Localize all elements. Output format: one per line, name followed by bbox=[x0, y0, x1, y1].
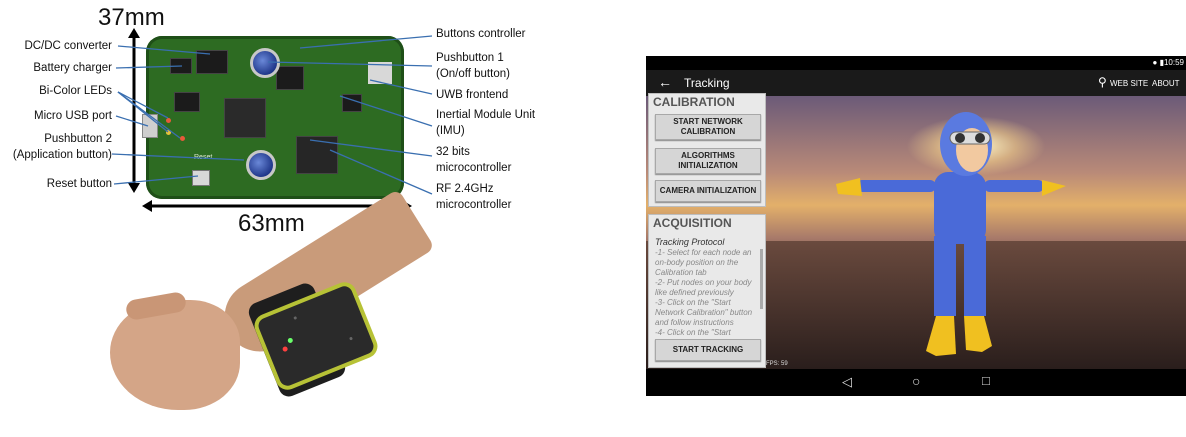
android-nav-bar: ◁ ○ □ bbox=[646, 369, 1186, 396]
label-battery-charger: Battery charger bbox=[33, 62, 112, 74]
label-reset-button: Reset button bbox=[46, 178, 112, 190]
status-bar: ● ▮ 10:59 bbox=[646, 56, 1186, 70]
back-arrow-icon[interactable]: ← bbox=[658, 74, 672, 90]
label-dcdc-converter: DC/DC converter bbox=[24, 40, 112, 52]
acquisition-panel: ACQUISITION Tracking Protocol -1- Select… bbox=[648, 214, 766, 368]
acquisition-title: ACQUISITION bbox=[653, 216, 732, 230]
search-icon[interactable]: ⚲ bbox=[1098, 75, 1107, 89]
label-uwb-frontend: UWB frontend bbox=[436, 89, 509, 101]
calibration-panel: CALIBRATION START NETWORK CALIBRATION AL… bbox=[648, 93, 766, 207]
calibration-title: CALIBRATION bbox=[653, 95, 735, 109]
fps-counter: FPS: 59 bbox=[766, 361, 788, 367]
about-button[interactable]: ABOUT bbox=[1152, 79, 1180, 88]
nav-back-icon[interactable]: ◁ bbox=[842, 374, 852, 390]
label-onoff-button: (On/off button) bbox=[436, 68, 510, 80]
label-rf-24ghz: RF 2.4GHz bbox=[436, 183, 494, 195]
start-tracking-button[interactable]: START TRACKING bbox=[655, 339, 761, 361]
label-rf-mcu: microcontroller bbox=[436, 199, 512, 211]
label-micro-usb-port: Micro USB port bbox=[34, 110, 112, 122]
tablet-screen: ● ▮ 10:59 ← Tracking ⚲ WEB SITE ABOUT FP… bbox=[646, 56, 1186, 396]
web-site-button[interactable]: WEB SITE bbox=[1110, 79, 1148, 88]
page-title: Tracking bbox=[684, 76, 730, 90]
device-screw bbox=[293, 316, 298, 320]
nav-home-icon[interactable]: ○ bbox=[912, 373, 920, 389]
algorithms-initialization-button[interactable]: ALGORITHMS INITIALIZATION bbox=[655, 148, 761, 174]
label-imu-abbrev: (IMU) bbox=[436, 125, 465, 137]
label-buttons-controller: Buttons controller bbox=[436, 28, 526, 40]
protocol-title: Tracking Protocol bbox=[655, 237, 725, 247]
avatar-character bbox=[836, 112, 1066, 356]
camera-initialization-button[interactable]: CAMERA INITIALIZATION bbox=[655, 180, 761, 202]
label-pushbutton-2: Pushbutton 2 bbox=[44, 133, 112, 145]
protocol-text: -1- Select for each node an on-body posi… bbox=[655, 248, 753, 336]
label-application-button: (Application button) bbox=[12, 149, 112, 161]
label-bicolor-leds: Bi-Color LEDs bbox=[39, 85, 112, 97]
label-pushbutton-1: Pushbutton 1 bbox=[436, 52, 504, 64]
battery-icon: ● ▮ bbox=[1152, 58, 1164, 67]
start-network-calibration-button[interactable]: START NETWORK CALIBRATION bbox=[655, 114, 761, 140]
label-32bit-mcu: microcontroller bbox=[436, 162, 512, 174]
device-led bbox=[287, 337, 294, 344]
label-imu: Inertial Module Unit bbox=[436, 109, 536, 121]
label-32bit: 32 bits bbox=[436, 146, 470, 158]
device-led bbox=[281, 345, 289, 353]
device-screw bbox=[349, 336, 353, 341]
nav-recent-icon[interactable]: □ bbox=[982, 373, 990, 388]
protocol-scrollbar[interactable] bbox=[760, 249, 763, 309]
status-time: 10:59 bbox=[1163, 58, 1184, 67]
